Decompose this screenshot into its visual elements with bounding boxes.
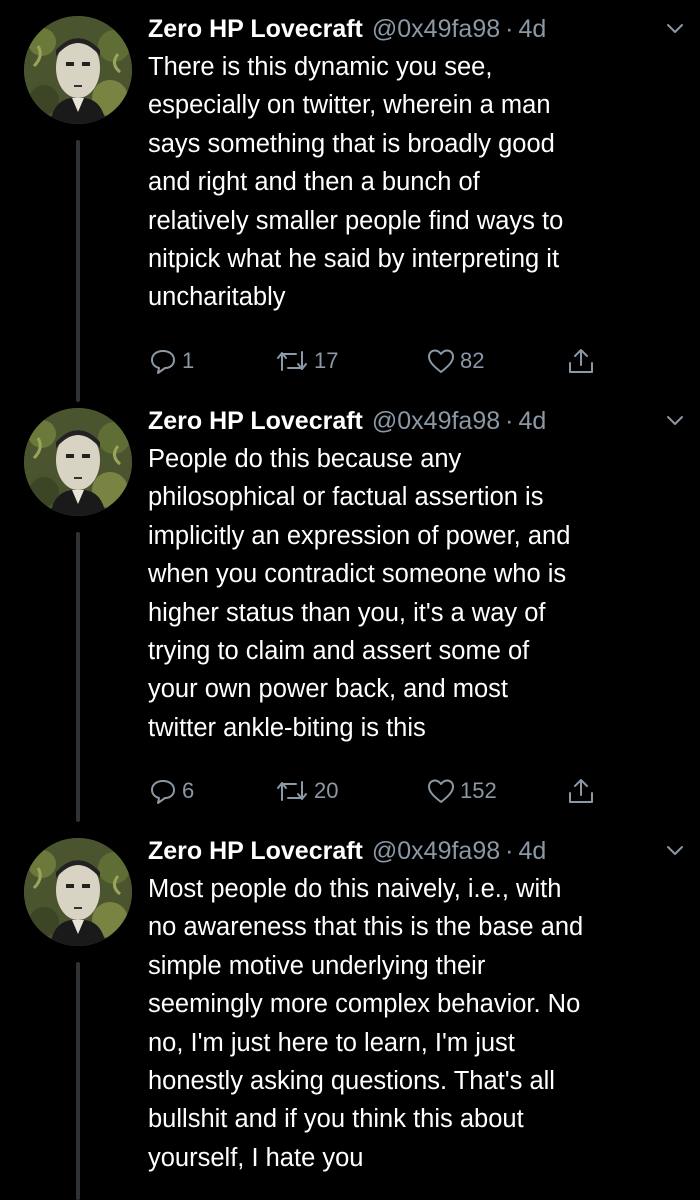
like-count: 82 [460,347,485,373]
reply-count: 6 [182,778,195,804]
author-handle[interactable]: @0x49fa98 [372,402,500,440]
author-name[interactable]: Zero HP Lovecraft [148,402,363,440]
author-handle[interactable]: @0x49fa98 [372,832,500,870]
author-name[interactable]: Zero HP Lovecraft [148,832,363,870]
like-button[interactable]: 152 [426,771,497,811]
separator-dot: · [505,407,514,435]
reply-button[interactable]: 1 [148,341,194,381]
tweet-actions: 6 20 152 [148,771,688,811]
avatar[interactable] [24,408,132,516]
retweet-button[interactable]: 20 [274,771,338,811]
like-count: 152 [460,778,497,804]
avatar[interactable] [24,838,132,946]
retweet-count: 17 [314,347,339,373]
tweet-text: Most people do this naively, i.e., with … [148,875,584,1172]
thread-connector-line [76,140,80,402]
thread-connector-line [76,532,80,822]
thread-connector-line [76,962,80,1200]
tweet-timestamp[interactable]: 4d [518,832,546,870]
tweet[interactable]: Zero HP Lovecraft @0x49fa98 · 4d There i… [0,0,700,410]
share-button[interactable] [566,341,596,381]
tweet-header: Zero HP Lovecraft @0x49fa98 · 4d [148,402,688,440]
share-button[interactable] [566,771,596,811]
reply-count: 1 [182,347,195,373]
like-icon [428,349,454,373]
tweet-content: Zero HP Lovecraft @0x49fa98 · 4d Most pe… [148,832,688,1177]
author-handle[interactable]: @0x49fa98 [372,10,500,48]
reply-icon [151,780,175,805]
tweet-header: Zero HP Lovecraft @0x49fa98 · 4d [148,832,688,870]
chevron-down-icon[interactable] [662,16,688,42]
tweet-timestamp[interactable]: 4d [518,402,546,440]
tweet-thread: Zero HP Lovecraft @0x49fa98 · 4d There i… [0,0,700,1200]
separator-dot: · [505,15,514,43]
separator-dot: · [505,837,514,865]
tweet-content: Zero HP Lovecraft @0x49fa98 · 4d People … [148,402,688,811]
tweet-text: There is this dynamic you see, especiall… [148,53,564,312]
retweet-button[interactable]: 17 [274,341,338,381]
tweet-text: People do this because any philosophical… [148,445,571,742]
tweet-content: Zero HP Lovecraft @0x49fa98 · 4d There i… [148,10,688,381]
reply-button[interactable]: 6 [148,771,194,811]
retweet-count: 20 [314,778,339,804]
author-name[interactable]: Zero HP Lovecraft [148,10,363,48]
tweet[interactable]: Zero HP Lovecraft @0x49fa98 · 4d People … [0,392,700,822]
like-icon [428,779,454,804]
avatar[interactable] [24,16,132,124]
share-icon [569,348,593,373]
retweet-icon [277,781,307,802]
tweet-actions: 1 17 82 [148,341,688,381]
tweet[interactable]: Zero HP Lovecraft @0x49fa98 · 4d Most pe… [0,822,700,1200]
retweet-icon [277,350,307,371]
reply-icon [151,349,175,374]
chevron-down-icon[interactable] [662,408,688,434]
share-icon [569,779,593,804]
like-button[interactable]: 82 [426,341,484,381]
tweet-timestamp[interactable]: 4d [518,10,546,48]
chevron-down-icon[interactable] [662,838,688,864]
tweet-header: Zero HP Lovecraft @0x49fa98 · 4d [148,10,688,48]
